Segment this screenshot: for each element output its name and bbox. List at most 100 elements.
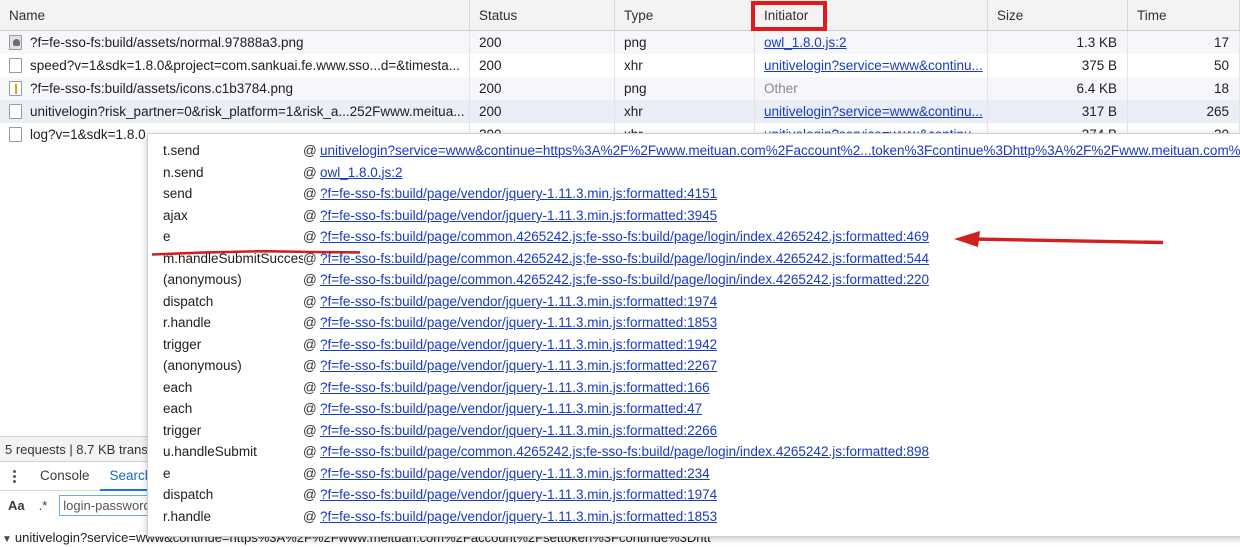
stack-source-link[interactable]: ?f=fe-sso-fs:build/page/vendor/jquery-1.… [320,401,702,416]
stack-source-link[interactable]: ?f=fe-sso-fs:build/page/common.4265242.j… [320,251,929,266]
stack-function-name: r.handle [163,508,212,524]
search-input[interactable]: login-password [59,494,152,516]
stack-function-name: n.send [163,164,204,180]
stack-function-name: r.handle [163,315,212,331]
table-header-row: Name Status Type Initiator Size Time [0,0,1240,31]
at-symbol: @ [303,293,317,309]
stack-function-name: e [163,229,171,245]
more-options-icon[interactable] [6,467,22,485]
stack-source-link[interactable]: ?f=fe-sso-fs:build/page/vendor/jquery-1.… [320,208,717,223]
cell-name: ?f=fe-sso-fs:build/assets/normal.97888a3… [0,31,470,54]
column-header-initiator[interactable]: Initiator [755,0,988,31]
cell-status: 200 [470,100,615,123]
stack-function-name: send [163,186,193,202]
stack-function-name: each [163,401,193,417]
stack-source-link[interactable]: ?f=fe-sso-fs:build/page/vendor/jquery-1.… [320,487,717,502]
column-header-type[interactable]: Type [615,0,755,31]
cell-time: 265 [1128,100,1240,123]
request-name: unitivelogin?risk_partner=0&risk_platfor… [30,104,465,119]
stack-frame[interactable]: (anonymous) @ ?f=fe-sso-fs:build/page/comm… [148,269,1240,291]
stack-frame[interactable]: dispatch @ ?f=fe-sso-fs:build/page/vendor/… [148,484,1240,506]
stack-frame[interactable]: r.handle @ ?f=fe-sso-fs:build/page/vendor/… [148,312,1240,334]
cell-time: 17 [1128,31,1240,54]
generic-file-icon [9,104,22,119]
stack-source-link[interactable]: ?f=fe-sso-fs:build/page/vendor/jquery-1.… [320,358,717,373]
at-symbol: @ [303,465,317,481]
stack-function-name: dispatch [163,487,214,503]
stack-frame[interactable]: m.handleSubmitSuccess @ ?f=fe-sso-fs:build… [148,248,1240,270]
cell-type: png [615,77,755,100]
sprite-file-icon [9,81,22,96]
column-header-time[interactable]: Time [1128,0,1240,31]
stack-frame[interactable]: trigger @ ?f=fe-sso-fs:build/page/vendor/j… [148,420,1240,442]
stack-function-name: trigger [163,336,202,352]
stack-frame[interactable]: ajax @ ?f=fe-sso-fs:build/page/vendor/jque… [148,205,1240,227]
cell-initiator: Other [755,77,988,100]
stack-frame[interactable]: r.handle @ ?f=fe-sso-fs:build/page/vendor/… [148,506,1240,528]
stack-function-name: (anonymous) [163,272,242,288]
initiator-link[interactable]: owl_1.8.0.js:2 [764,35,847,50]
stack-source-link[interactable]: ?f=fe-sso-fs:build/page/vendor/jquery-1.… [320,337,717,352]
at-symbol: @ [303,401,317,417]
chevron-down-icon[interactable]: ▼ [2,531,12,547]
stack-frame[interactable]: e @ ?f=fe-sso-fs:build/page/common.4265242… [148,226,1240,248]
at-symbol: @ [303,487,317,503]
stack-function-name: e [163,465,171,481]
stack-source-link[interactable]: ?f=fe-sso-fs:build/page/vendor/jquery-1.… [320,380,710,395]
stack-source-link[interactable]: ?f=fe-sso-fs:build/page/common.4265242.j… [320,444,929,459]
stack-source-link[interactable]: ?f=fe-sso-fs:build/page/vendor/jquery-1.… [320,186,717,201]
stack-frame[interactable]: n.send @ owl_1.8.0.js:2 [148,162,1240,184]
cell-status: 200 [470,54,615,77]
table-row[interactable]: ?f=fe-sso-fs:build/assets/normal.97888a3… [0,31,1240,54]
table-row[interactable]: ?f=fe-sso-fs:build/assets/icons.c1b3784.… [0,77,1240,100]
cell-time: 50 [1128,54,1240,77]
stack-frame[interactable]: each @ ?f=fe-sso-fs:build/page/vendor/jque… [148,398,1240,420]
devtools-network-panel: Name Status Type Initiator Size Time ?f=… [0,0,1240,547]
table-row[interactable]: speed?v=1&sdk=1.8.0&project=com.sankuai.… [0,54,1240,77]
stack-source-link[interactable]: ?f=fe-sso-fs:build/page/vendor/jquery-1.… [320,423,717,438]
cell-status: 200 [470,77,615,100]
stack-source-link[interactable]: ?f=fe-sso-fs:build/page/vendor/jquery-1.… [320,466,710,481]
stack-frame[interactable]: dispatch @ ?f=fe-sso-fs:build/page/vendor/… [148,291,1240,313]
stack-source-link[interactable]: owl_1.8.0.js:2 [320,165,403,180]
at-symbol: @ [303,422,317,438]
stack-frame[interactable]: e @ ?f=fe-sso-fs:build/page/vendor/jquery-… [148,463,1240,485]
cell-name: unitivelogin?risk_partner=0&risk_platfor… [0,100,470,123]
request-name: speed?v=1&sdk=1.8.0&project=com.sankuai.… [30,58,460,73]
tab-console[interactable]: Console [30,462,100,491]
stack-function-name: each [163,379,193,395]
stack-source-link[interactable]: ?f=fe-sso-fs:build/page/common.4265242.j… [320,229,929,244]
stack-frame[interactable]: trigger @ ?f=fe-sso-fs:build/page/vendor/j… [148,334,1240,356]
regex-button[interactable]: .* [37,498,50,513]
column-header-name[interactable]: Name [0,0,470,31]
stack-function-name: dispatch [163,293,214,309]
at-symbol: @ [303,444,317,460]
stack-source-link[interactable]: ?f=fe-sso-fs:build/page/common.4265242.j… [320,272,929,287]
at-symbol: @ [303,379,317,395]
stack-frame[interactable]: t.send @ unitivelogin?service=www&continue… [148,140,1240,162]
cell-initiator: unitivelogin?service=www&continu... [755,100,988,123]
at-symbol: @ [303,336,317,352]
stack-frame[interactable]: each @ ?f=fe-sso-fs:build/page/vendor/jque… [148,377,1240,399]
request-name: log?v=1&sdk=1.8.0 [30,127,146,142]
initiator-link[interactable]: unitivelogin?service=www&continu... [764,104,983,119]
initiator-link[interactable]: unitivelogin?service=www&continu... [764,58,983,73]
stack-source-link[interactable]: ?f=fe-sso-fs:build/page/vendor/jquery-1.… [320,509,717,524]
column-header-size[interactable]: Size [988,0,1128,31]
stack-frame[interactable]: (anonymous) @ ?f=fe-sso-fs:build/page/vend… [148,355,1240,377]
stack-source-link[interactable]: unitivelogin?service=www&continue=https%… [320,143,1240,158]
table-row[interactable]: unitivelogin?risk_partner=0&risk_platfor… [0,100,1240,123]
cell-size: 6.4 KB [988,77,1128,100]
at-symbol: @ [303,508,317,524]
at-symbol: @ [303,315,317,331]
stack-source-link[interactable]: ?f=fe-sso-fs:build/page/vendor/jquery-1.… [320,294,717,309]
generic-file-icon [9,127,22,142]
column-header-status[interactable]: Status [470,0,615,31]
at-symbol: @ [303,207,317,223]
stack-frame[interactable]: u.handleSubmit @ ?f=fe-sso-fs:build/page/c… [148,441,1240,463]
stack-source-link[interactable]: ?f=fe-sso-fs:build/page/vendor/jquery-1.… [320,315,717,330]
stack-frame[interactable]: send @ ?f=fe-sso-fs:build/page/vendor/jque… [148,183,1240,205]
match-case-button[interactable]: Aa [6,498,27,513]
initiator-call-stack-tooltip: t.send @ unitivelogin?service=www&continue… [147,133,1240,537]
cell-name: speed?v=1&sdk=1.8.0&project=com.sankuai.… [0,54,470,77]
